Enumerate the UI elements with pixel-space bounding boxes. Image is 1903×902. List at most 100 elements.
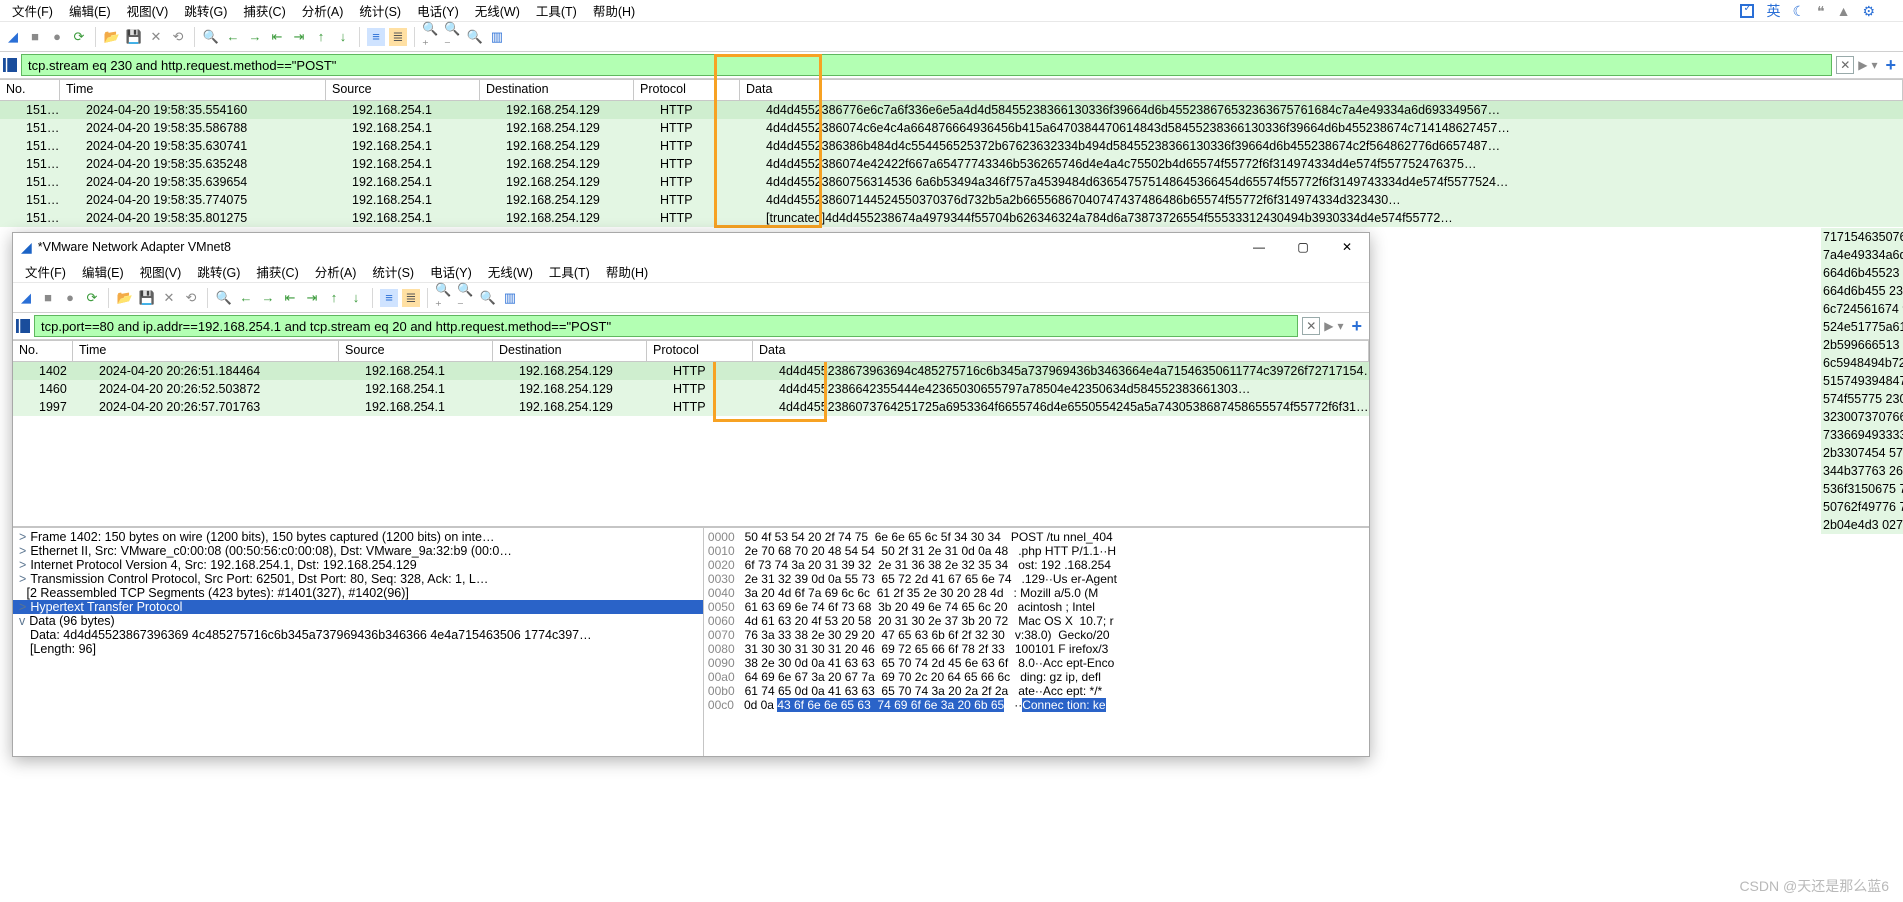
- col-data[interactable]: Data: [740, 80, 1903, 100]
- reload-icon[interactable]: ⟲: [182, 289, 200, 307]
- hex-row[interactable]: 0030 2e 31 32 39 0d 0a 55 73 65 72 2d 41…: [708, 572, 1365, 586]
- stack-icon[interactable]: ≣: [389, 28, 407, 46]
- zoom-reset-icon[interactable]: 🔍: [479, 289, 497, 307]
- packet-row[interactable]: 151…2024-04-20 19:58:35.801275192.168.25…: [0, 209, 1903, 227]
- menu-analyze[interactable]: 分析(A): [296, 1, 350, 20]
- filter-clear-button[interactable]: ✕: [1302, 317, 1320, 335]
- restart-icon[interactable]: ⟳: [83, 289, 101, 307]
- menu-file[interactable]: 文件(F): [19, 262, 72, 281]
- win2-menu-bar[interactable]: 文件(F) 编辑(E) 视图(V) 跳转(G) 捕获(C) 分析(A) 统计(S…: [13, 261, 1369, 283]
- hex-row[interactable]: 0060 4d 61 63 20 4f 53 20 58 20 31 30 2e…: [708, 614, 1365, 628]
- menu-stats[interactable]: 统计(S): [353, 1, 407, 20]
- hex-row[interactable]: 0010 2e 70 68 70 20 48 54 54 50 2f 31 2e…: [708, 544, 1365, 558]
- filter-add-button[interactable]: +: [1881, 55, 1900, 76]
- hex-dump-pane[interactable]: 0000 50 4f 53 54 20 2f 74 75 6e 6e 65 6c…: [703, 527, 1369, 756]
- win2-titlebar[interactable]: ◢ *VMware Network Adapter VMnet8 — ▢ ✕: [13, 233, 1369, 261]
- hex-row[interactable]: 0000 50 4f 53 54 20 2f 74 75 6e 6e 65 6c…: [708, 530, 1365, 544]
- ime-check-icon[interactable]: [1740, 4, 1754, 18]
- menu-file[interactable]: 文件(F): [6, 1, 59, 20]
- col-src[interactable]: Source: [339, 341, 493, 361]
- hex-row[interactable]: 0080 31 30 30 31 30 31 20 46 69 72 65 66…: [708, 642, 1365, 656]
- zoom-out-icon[interactable]: 🔍⁻: [457, 289, 475, 307]
- tree-node[interactable]: vData (96 bytes): [13, 614, 703, 628]
- menu-go[interactable]: 跳转(G): [191, 262, 246, 281]
- main-menu-bar[interactable]: 文件(F) 编辑(E) 视图(V) 跳转(G) 捕获(C) 分析(A) 统计(S…: [0, 0, 1903, 22]
- menu-stats[interactable]: 统计(S): [366, 262, 420, 281]
- col-no[interactable]: No.: [0, 80, 60, 100]
- zoom-reset-icon[interactable]: 🔍: [466, 28, 484, 46]
- filter-add-button[interactable]: +: [1347, 316, 1366, 337]
- menu-tools[interactable]: 工具(T): [530, 1, 583, 20]
- win-minimize[interactable]: —: [1237, 233, 1281, 261]
- menu-analyze[interactable]: 分析(A): [309, 262, 363, 281]
- step-back-icon[interactable]: ⇤: [281, 289, 299, 307]
- col-dst[interactable]: Destination: [493, 341, 647, 361]
- col-time[interactable]: Time: [73, 341, 339, 361]
- stack-icon[interactable]: ≣: [402, 289, 420, 307]
- dot-icon[interactable]: ●: [48, 28, 66, 46]
- secondary-window[interactable]: ◢ *VMware Network Adapter VMnet8 — ▢ ✕ 文…: [12, 232, 1370, 757]
- hex-row[interactable]: 0090 38 2e 30 0d 0a 41 63 63 65 70 74 2d…: [708, 656, 1365, 670]
- col-no[interactable]: No.: [13, 341, 73, 361]
- tree-node[interactable]: [2 Reassembled TCP Segments (423 bytes):…: [13, 586, 703, 600]
- win2-packet-list-header[interactable]: No. Time Source Destination Protocol Dat…: [13, 340, 1369, 362]
- tree-node[interactable]: >Hypertext Transfer Protocol: [13, 600, 703, 614]
- lines-icon[interactable]: ≡: [380, 289, 398, 307]
- win2-display-filter-input[interactable]: [34, 315, 1298, 337]
- menu-wireless[interactable]: 无线(W): [469, 1, 526, 20]
- fwd-icon[interactable]: →: [259, 289, 277, 307]
- dot-icon[interactable]: ●: [61, 289, 79, 307]
- save-icon[interactable]: 💾: [125, 28, 143, 46]
- menu-wireless[interactable]: 无线(W): [482, 262, 539, 281]
- menu-go[interactable]: 跳转(G): [178, 1, 233, 20]
- menu-view[interactable]: 视图(V): [121, 1, 175, 20]
- menu-capture[interactable]: 捕获(C): [237, 1, 291, 20]
- menu-help[interactable]: 帮助(H): [600, 262, 654, 281]
- square-icon[interactable]: ■: [26, 28, 44, 46]
- filter-clear-button[interactable]: ✕: [1836, 56, 1854, 74]
- filter-bookmark-icon[interactable]: [16, 319, 30, 333]
- filter-apply-arrow[interactable]: ▶: [1324, 319, 1333, 333]
- win2-packet-list[interactable]: 14022024-04-20 20:26:51.184464192.168.25…: [13, 362, 1369, 526]
- step-fwd-icon[interactable]: ⇥: [303, 289, 321, 307]
- win2-toolbar[interactable]: ◢ ■ ● ⟳ 📂 💾 ✕ ⟲ 🔍 ← → ⇤ ⇥ ↑ ↓ ≡ ≣ 🔍⁺ 🔍⁻ …: [13, 283, 1369, 313]
- menu-edit[interactable]: 编辑(E): [76, 262, 130, 281]
- menu-edit[interactable]: 编辑(E): [63, 1, 117, 20]
- fin-icon[interactable]: ◢: [4, 28, 22, 46]
- ime-lang[interactable]: 英: [1766, 1, 1780, 21]
- hex-row[interactable]: 0050 61 63 69 6e 74 6f 73 68 3b 20 49 6e…: [708, 600, 1365, 614]
- search-icon[interactable]: 🔍: [202, 28, 220, 46]
- display-filter-bar[interactable]: ✕ ▶ ▾ +: [0, 52, 1903, 79]
- col-data[interactable]: Data: [753, 341, 1369, 361]
- fin-icon[interactable]: ◢: [17, 289, 35, 307]
- packet-row[interactable]: 151…2024-04-20 19:58:35.774075192.168.25…: [0, 191, 1903, 209]
- close-icon[interactable]: ✕: [160, 289, 178, 307]
- zoom-in-icon[interactable]: 🔍⁺: [422, 28, 440, 46]
- save-icon[interactable]: 💾: [138, 289, 156, 307]
- hex-row[interactable]: 0020 6f 73 74 3a 20 31 39 32 2e 31 36 38…: [708, 558, 1365, 572]
- down-icon[interactable]: ↓: [347, 289, 365, 307]
- packet-row[interactable]: 151…2024-04-20 19:58:35.554160192.168.25…: [0, 101, 1903, 119]
- packet-row[interactable]: 14022024-04-20 20:26:51.184464192.168.25…: [13, 362, 1369, 380]
- tree-node[interactable]: >Internet Protocol Version 4, Src: 192.1…: [13, 558, 703, 572]
- win-close[interactable]: ✕: [1325, 233, 1369, 261]
- menu-view[interactable]: 视图(V): [134, 262, 188, 281]
- up-icon[interactable]: ↑: [312, 28, 330, 46]
- packet-row[interactable]: 151…2024-04-20 19:58:35.586788192.168.25…: [0, 119, 1903, 137]
- menu-capture[interactable]: 捕获(C): [250, 262, 304, 281]
- fwd-icon[interactable]: →: [246, 28, 264, 46]
- packet-list-outer[interactable]: 151…2024-04-20 19:58:35.554160192.168.25…: [0, 101, 1903, 229]
- columns-icon[interactable]: ▥: [488, 28, 506, 46]
- main-toolbar[interactable]: ◢ ■ ● ⟳ 📂 💾 ✕ ⟲ 🔍 ← → ⇤ ⇥ ↑ ↓ ≡ ≣ 🔍⁺ 🔍⁻ …: [0, 22, 1903, 52]
- up-icon[interactable]: ↑: [325, 289, 343, 307]
- hex-row[interactable]: 00c0 0d 0a 43 6f 6e 6e 65 63 74 69 6f 6e…: [708, 698, 1365, 712]
- step-back-icon[interactable]: ⇤: [268, 28, 286, 46]
- open-folder-icon[interactable]: 📂: [116, 289, 134, 307]
- packet-row[interactable]: 151…2024-04-20 19:58:35.635248192.168.25…: [0, 155, 1903, 173]
- menu-tools[interactable]: 工具(T): [543, 262, 596, 281]
- win-maximize[interactable]: ▢: [1281, 233, 1325, 261]
- columns-icon[interactable]: ▥: [501, 289, 519, 307]
- packet-row[interactable]: 151…2024-04-20 19:58:35.630741192.168.25…: [0, 137, 1903, 155]
- col-proto[interactable]: Protocol: [634, 80, 740, 100]
- win2-filter-bar[interactable]: ✕ ▶ ▾ +: [13, 313, 1369, 340]
